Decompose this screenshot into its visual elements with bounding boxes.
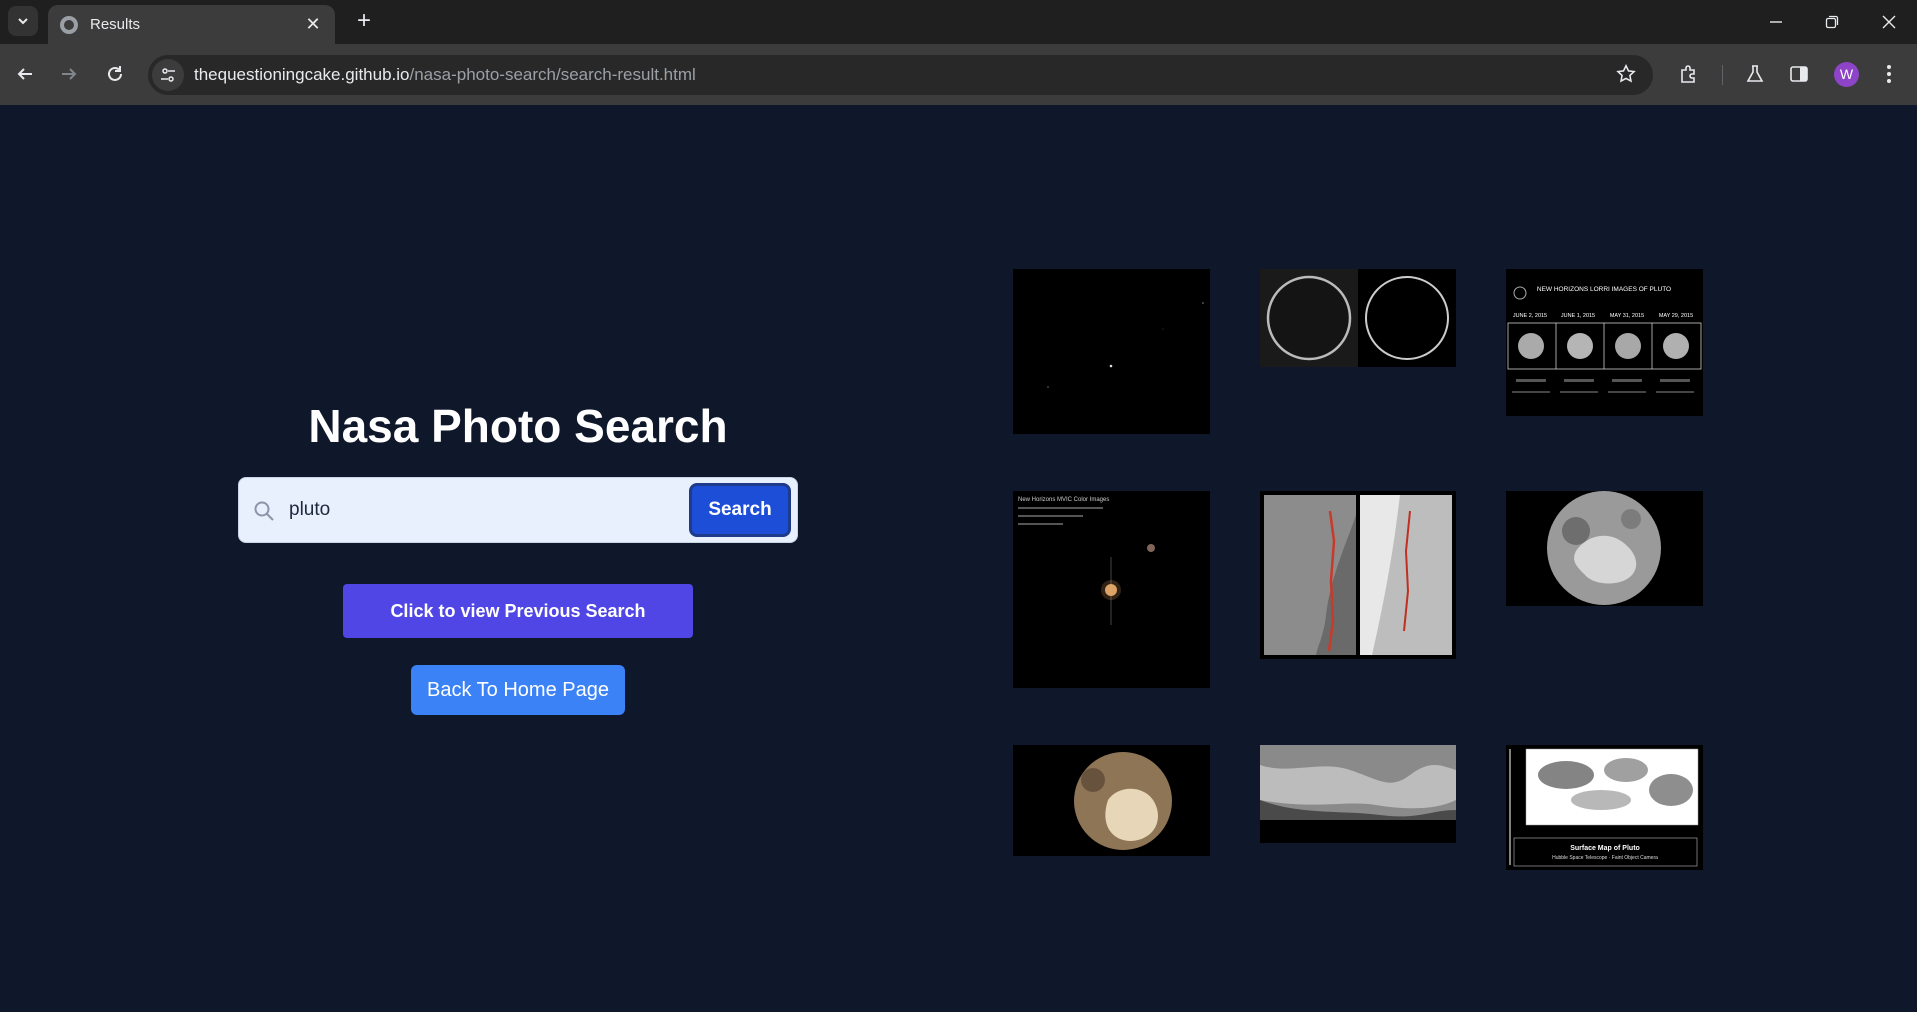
forward-button[interactable] — [52, 57, 86, 91]
url-host: thequestioningcake.github.io — [194, 65, 410, 84]
close-window-button[interactable] — [1861, 0, 1917, 44]
search-input[interactable] — [289, 490, 689, 530]
toolbar-divider — [1722, 65, 1723, 85]
url-text: thequestioningcake.github.io/nasa-photo-… — [194, 65, 696, 85]
tab-search-button[interactable] — [8, 6, 38, 36]
result-image-hubble-map[interactable]: Surface Map of Pluto Hubble Space Telesc… — [1506, 745, 1703, 870]
back-button[interactable] — [8, 57, 42, 91]
bookmark-star-icon[interactable] — [1615, 63, 1637, 90]
page-title: Nasa Photo Search — [308, 400, 728, 452]
tune-icon — [161, 68, 175, 82]
profile-avatar[interactable]: W — [1834, 62, 1859, 87]
pluto-surface-map-image — [1260, 745, 1456, 843]
menu-kebab-icon[interactable] — [1872, 57, 1906, 91]
minimize-button[interactable] — [1748, 0, 1804, 44]
pluto-rings-image — [1260, 269, 1456, 367]
map-title: Surface Map of Pluto — [1570, 845, 1640, 852]
mvic-color-image: New Horizons MVIC Color Images — [1013, 491, 1210, 688]
pluto-globe-image — [1506, 491, 1703, 606]
globe-icon — [60, 15, 78, 34]
result-image-surface-detail[interactable] — [1260, 491, 1456, 659]
star-shape — [1616, 63, 1636, 83]
home-page-button[interactable]: Back To Home Page — [411, 665, 625, 715]
result-image-mvic[interactable]: New Horizons MVIC Color Images — [1013, 491, 1210, 688]
lorri-date-2: JUNE 1, 2015 — [1561, 313, 1595, 319]
lorri-images-chart: NEW HORIZONS LORRI IMAGES OF PLUTO JUNE … — [1506, 269, 1703, 416]
previous-search-button[interactable]: Click to view Previous Search — [343, 584, 693, 638]
dots-icon — [1887, 65, 1891, 83]
surface-detail-image — [1260, 491, 1456, 659]
result-image-pluto-color[interactable] — [1013, 745, 1210, 856]
result-image-pluto-map[interactable] — [1260, 745, 1456, 843]
restore-button[interactable] — [1804, 0, 1860, 44]
starfield-image — [1013, 269, 1210, 434]
search-box: Search — [238, 477, 798, 543]
search-icon — [254, 501, 274, 521]
tab-strip: Results ✕ + — [0, 0, 1917, 44]
lorri-date-1: JUNE 2, 2015 — [1513, 313, 1547, 319]
mvic-title: New Horizons MVIC Color Images — [1018, 497, 1109, 503]
result-image-lorri[interactable]: NEW HORIZONS LORRI IMAGES OF PLUTO JUNE … — [1506, 269, 1703, 416]
tab-results[interactable]: Results ✕ — [48, 5, 335, 44]
chevron-down-icon — [18, 18, 28, 25]
restore-icon — [1825, 15, 1839, 29]
panel-icon — [1790, 66, 1808, 82]
map-subtitle: Hubble Space Telescope · Faint Object Ca… — [1552, 855, 1658, 861]
pluto-color-image — [1013, 745, 1210, 856]
address-bar[interactable]: thequestioningcake.github.io/nasa-photo-… — [148, 55, 1653, 95]
url-path: /nasa-photo-search/search-result.html — [409, 65, 696, 84]
hubble-surface-map-chart: Surface Map of Pluto Hubble Space Telesc… — [1506, 745, 1703, 870]
lorri-date-3: MAY 31, 2015 — [1610, 313, 1644, 319]
minimize-icon — [1770, 21, 1782, 23]
side-panel-icon[interactable] — [1782, 57, 1816, 91]
puzzle-icon — [1681, 65, 1695, 83]
close-window-icon — [1882, 15, 1896, 29]
page-body: Nasa Photo Search Search Click to view P… — [0, 105, 1917, 1012]
result-image-pluto-globe[interactable] — [1506, 491, 1703, 606]
reload-icon — [108, 66, 122, 81]
browser-toolbar: thequestioningcake.github.io/nasa-photo-… — [0, 44, 1917, 105]
labs-flask-icon[interactable] — [1738, 57, 1772, 91]
site-settings-icon[interactable] — [152, 59, 184, 91]
tab-title: Results — [90, 16, 141, 33]
result-image-rings[interactable] — [1260, 269, 1456, 367]
reload-button[interactable] — [98, 57, 132, 91]
lorri-title: NEW HORIZONS LORRI IMAGES OF PLUTO — [1537, 286, 1671, 293]
search-button[interactable]: Search — [689, 483, 791, 537]
extensions-icon[interactable] — [1672, 57, 1706, 91]
lorri-date-4: MAY 29, 2015 — [1659, 313, 1693, 319]
flask-icon — [1746, 65, 1764, 82]
result-image-starfield[interactable] — [1013, 269, 1210, 434]
new-tab-button[interactable]: + — [350, 7, 378, 35]
close-icon[interactable]: ✕ — [303, 14, 323, 35]
back-arrow-icon — [17, 68, 32, 80]
forward-arrow-icon — [62, 68, 77, 80]
